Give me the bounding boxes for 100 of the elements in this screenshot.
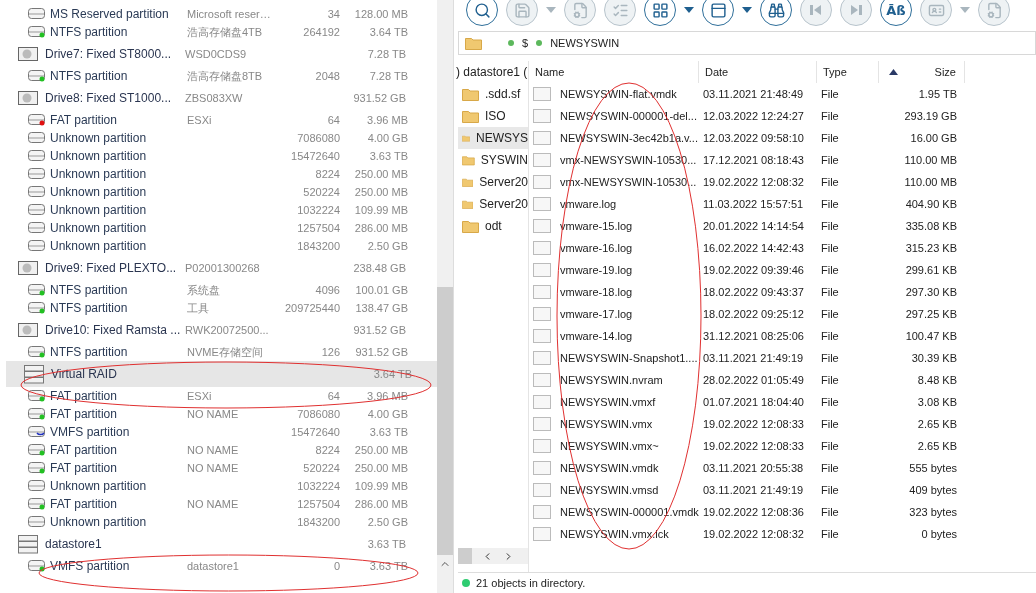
- file-name[interactable]: NEWSYSWIN.vmsd: [556, 484, 659, 496]
- file-name[interactable]: NEWSYSWIN.vmx: [556, 418, 653, 430]
- dropdown-caret-icon[interactable]: [742, 7, 752, 13]
- column-header[interactable]: Name: [529, 61, 699, 83]
- partition-name[interactable]: NTFS partition: [50, 25, 187, 39]
- horizontal-scrollbar[interactable]: [458, 548, 528, 564]
- partition-name[interactable]: Unknown partition: [50, 167, 187, 181]
- volume-label: 浩高存储盘4TB: [187, 24, 264, 40]
- partition-name[interactable]: FAT partition: [50, 461, 187, 475]
- file-name[interactable]: vmware-18.log: [556, 286, 633, 298]
- partition-name[interactable]: NTFS partition: [50, 345, 187, 359]
- volume-label: ESXi: [187, 390, 213, 402]
- toolbar-button[interactable]: [644, 0, 676, 26]
- file-name[interactable]: NEWSYSWIN-flat.vmdk: [556, 88, 677, 100]
- toolbar-button[interactable]: [702, 0, 734, 26]
- drive-name[interactable]: Drive10: Fixed Ramsta ...: [45, 323, 185, 337]
- type-cell-text: File: [820, 88, 840, 100]
- folder-item[interactable]: ISO: [458, 105, 528, 127]
- partition-icon: [28, 8, 46, 20]
- partition-name[interactable]: Unknown partition: [50, 203, 187, 217]
- path-segment[interactable]: NEWSYSWIN: [550, 37, 620, 49]
- folder-item[interactable]: .sdd.sf: [458, 83, 528, 105]
- file-name[interactable]: vmx-NEWSYSWIN-10530...: [556, 176, 697, 188]
- column-header[interactable]: Size: [879, 61, 965, 83]
- start-sector: 0: [332, 560, 340, 572]
- dropdown-caret-icon[interactable]: [684, 7, 694, 13]
- drive-name[interactable]: Virtual RAID: [51, 367, 191, 381]
- drive-name[interactable]: Drive7: Fixed ST8000...: [45, 47, 185, 61]
- file-name[interactable]: vmware-19.log: [556, 264, 633, 276]
- partition-icon: [28, 168, 46, 180]
- drive-name[interactable]: Drive8: Fixed ST1000...: [45, 91, 185, 105]
- vertical-scrollbar[interactable]: [437, 0, 453, 593]
- folder-tree-root[interactable]: ) datastore1 (: [456, 61, 528, 83]
- file-name[interactable]: NEWSYSWIN.nvram: [556, 374, 663, 386]
- type-cell-text: File: [820, 198, 840, 210]
- start-sector: 1032224: [296, 480, 340, 492]
- size-value: 7.28 TB: [368, 70, 408, 82]
- toolbar-button[interactable]: [466, 0, 498, 26]
- status-dot-icon: [462, 579, 470, 587]
- file-name[interactable]: vmware-14.log: [556, 330, 633, 342]
- partition-icon: [28, 150, 46, 162]
- toolbar-button[interactable]: [760, 0, 792, 26]
- file-name[interactable]: NEWSYSWIN.vmdk: [556, 462, 659, 474]
- partition-name[interactable]: FAT partition: [50, 113, 187, 127]
- volume-label: NO NAME: [187, 444, 240, 456]
- column-header[interactable]: Date: [699, 61, 817, 83]
- partition-name[interactable]: FAT partition: [50, 497, 187, 511]
- path-segment[interactable]: $: [522, 37, 529, 49]
- file-name[interactable]: vmware.log: [556, 198, 617, 210]
- toolbar-button[interactable]: Āß: [880, 0, 912, 26]
- grid-icon: [651, 1, 669, 19]
- folder-item[interactable]: Server20: [458, 171, 528, 193]
- partition-name[interactable]: Unknown partition: [50, 515, 187, 529]
- folder-item[interactable]: Server20: [458, 193, 528, 215]
- path-bar[interactable]: $ NEWSYSWIN: [458, 31, 1036, 55]
- size-cell-text: 409 bytes: [908, 484, 958, 496]
- partition-name[interactable]: NTFS partition: [50, 283, 187, 297]
- file-name[interactable]: vmx-NEWSYSWIN-10530...: [556, 154, 697, 166]
- file-name[interactable]: vmware-17.log: [556, 308, 633, 320]
- partition-name[interactable]: Unknown partition: [50, 131, 187, 145]
- scroll-right-icon[interactable]: [503, 550, 514, 562]
- partition-name[interactable]: Unknown partition: [50, 479, 187, 493]
- column-header[interactable]: Type: [817, 61, 879, 83]
- partition-name[interactable]: Unknown partition: [50, 149, 187, 163]
- partition-name[interactable]: NTFS partition: [50, 301, 187, 315]
- status-dot-icon: [536, 40, 543, 46]
- file-name[interactable]: NEWSYSWIN.vmx~: [556, 440, 659, 452]
- size-cell-text: 323 bytes: [908, 506, 958, 518]
- partition-name[interactable]: MS Reserved partition: [50, 7, 187, 21]
- partition-name[interactable]: Unknown partition: [50, 185, 187, 199]
- partition-icon: [28, 302, 46, 314]
- file-name[interactable]: NEWSYSWIN-Snapshot1....: [556, 352, 698, 364]
- file-name[interactable]: vmware-15.log: [556, 220, 633, 232]
- partition-name[interactable]: VMFS partition: [50, 425, 187, 439]
- partition-name[interactable]: Unknown partition: [50, 221, 187, 235]
- file-name[interactable]: vmware-16.log: [556, 242, 633, 254]
- partition-name[interactable]: FAT partition: [50, 443, 187, 457]
- folder-item[interactable]: odt: [458, 215, 528, 237]
- start-sector: 15472640: [290, 150, 340, 162]
- size-value: 250.00 MB: [353, 444, 408, 456]
- start-sector: 4096: [314, 284, 340, 296]
- folder-item[interactable]: NEWSYS: [458, 127, 528, 149]
- folder-item[interactable]: SYSWIN: [458, 149, 528, 171]
- file-name[interactable]: NEWSYSWIN-3ec42b1a.v...: [556, 132, 698, 144]
- partition-name[interactable]: FAT partition: [50, 407, 187, 421]
- size-value: 931.52 GB: [354, 346, 408, 358]
- scroll-thumb[interactable]: [437, 287, 453, 555]
- partition-name[interactable]: NTFS partition: [50, 69, 187, 83]
- file-name[interactable]: NEWSYSWIN-000001-del...: [556, 110, 697, 122]
- type-cell-text: File: [820, 396, 840, 408]
- file-icon: [533, 373, 551, 387]
- drive-name[interactable]: Drive9: Fixed PLEXTO...: [45, 261, 185, 275]
- file-name[interactable]: NEWSYSWIN.vmxf: [556, 396, 656, 408]
- partition-name[interactable]: Unknown partition: [50, 239, 187, 253]
- partition-icon: [28, 132, 46, 144]
- file-name[interactable]: NEWSYSWIN.vmx.lck: [556, 528, 669, 540]
- partition-name[interactable]: VMFS partition: [50, 559, 187, 573]
- drive-name[interactable]: datastore1: [45, 537, 185, 551]
- date-cell-text: 19.02.2022 09:39:46: [702, 264, 805, 276]
- file-name[interactable]: NEWSYSWIN-000001.vmdk: [556, 506, 699, 518]
